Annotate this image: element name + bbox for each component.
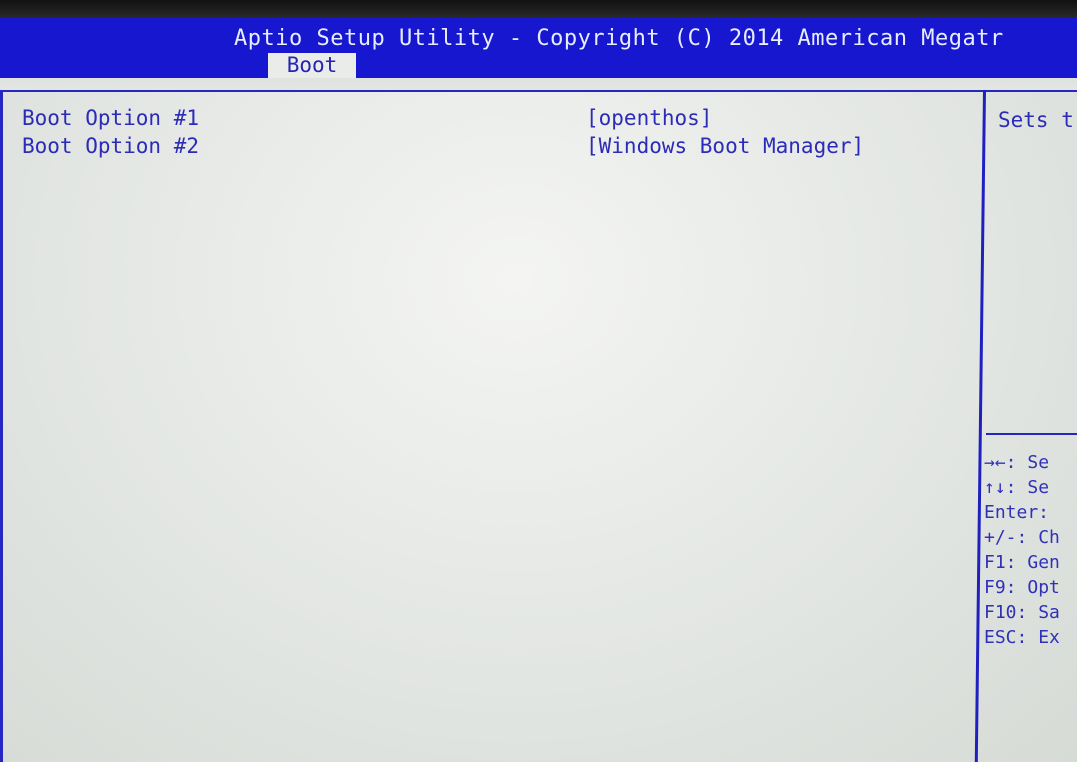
- key-action: Sa: [1038, 602, 1060, 623]
- monitor-bezel: [0, 0, 1077, 18]
- key-name: F9:: [984, 577, 1017, 598]
- key-action: Gen: [1027, 552, 1060, 573]
- key-legend-item: Enter:: [984, 500, 1060, 525]
- boot-option-1-row[interactable]: Boot Option #1 [openthos]: [22, 106, 972, 132]
- key-name: F10:: [984, 602, 1028, 623]
- bios-screen: Aptio Setup Utility - Copyright (C) 2014…: [0, 18, 1077, 762]
- key-legend-item: F10: Sa: [984, 600, 1060, 625]
- boot-option-2-row[interactable]: Boot Option #2 [Windows Boot Manager]: [22, 134, 972, 160]
- key-legend-item: →←: Se: [984, 450, 1060, 475]
- key-name: Enter:: [984, 502, 1050, 523]
- boot-option-2-value[interactable]: [Windows Boot Manager]: [586, 134, 864, 158]
- key-name: ESC:: [984, 627, 1028, 648]
- key-action: Ch: [1038, 527, 1060, 548]
- help-panel-divider: [974, 89, 986, 762]
- boot-option-2-label: Boot Option #2: [22, 134, 200, 158]
- boot-option-1-label: Boot Option #1: [22, 106, 200, 130]
- key-legend-item: ESC: Ex: [984, 625, 1060, 650]
- header-bar: Aptio Setup Utility - Copyright (C) 2014…: [0, 18, 1077, 78]
- key-action: Ex: [1038, 627, 1060, 648]
- help-separator: [986, 433, 1077, 435]
- key-legend-item: F1: Gen: [984, 550, 1060, 575]
- app-title: Aptio Setup Utility - Copyright (C) 2014…: [234, 26, 1004, 51]
- key-legend-item: +/-: Ch: [984, 525, 1060, 550]
- key-action: Se: [1027, 452, 1050, 473]
- key-legend-item: ↑↓: Se: [984, 475, 1060, 500]
- arrows-left-right-icon: →←:: [984, 452, 1017, 473]
- arrows-up-down-icon: ↑↓:: [984, 477, 1017, 498]
- frame-border-left: [0, 90, 3, 762]
- key-action: Opt: [1027, 577, 1060, 598]
- tab-boot[interactable]: Boot: [268, 53, 356, 78]
- key-name: +/-:: [984, 527, 1028, 548]
- key-legend: →←: Se ↑↓: Se Enter: +/-: Ch F1: Gen F9:…: [984, 450, 1060, 650]
- key-name: F1:: [984, 552, 1017, 573]
- boot-option-1-value[interactable]: [openthos]: [586, 106, 712, 130]
- key-action: Se: [1027, 477, 1050, 498]
- key-legend-item: F9: Opt: [984, 575, 1060, 600]
- help-description: Sets t: [998, 108, 1074, 132]
- frame-border-top: [0, 90, 1077, 92]
